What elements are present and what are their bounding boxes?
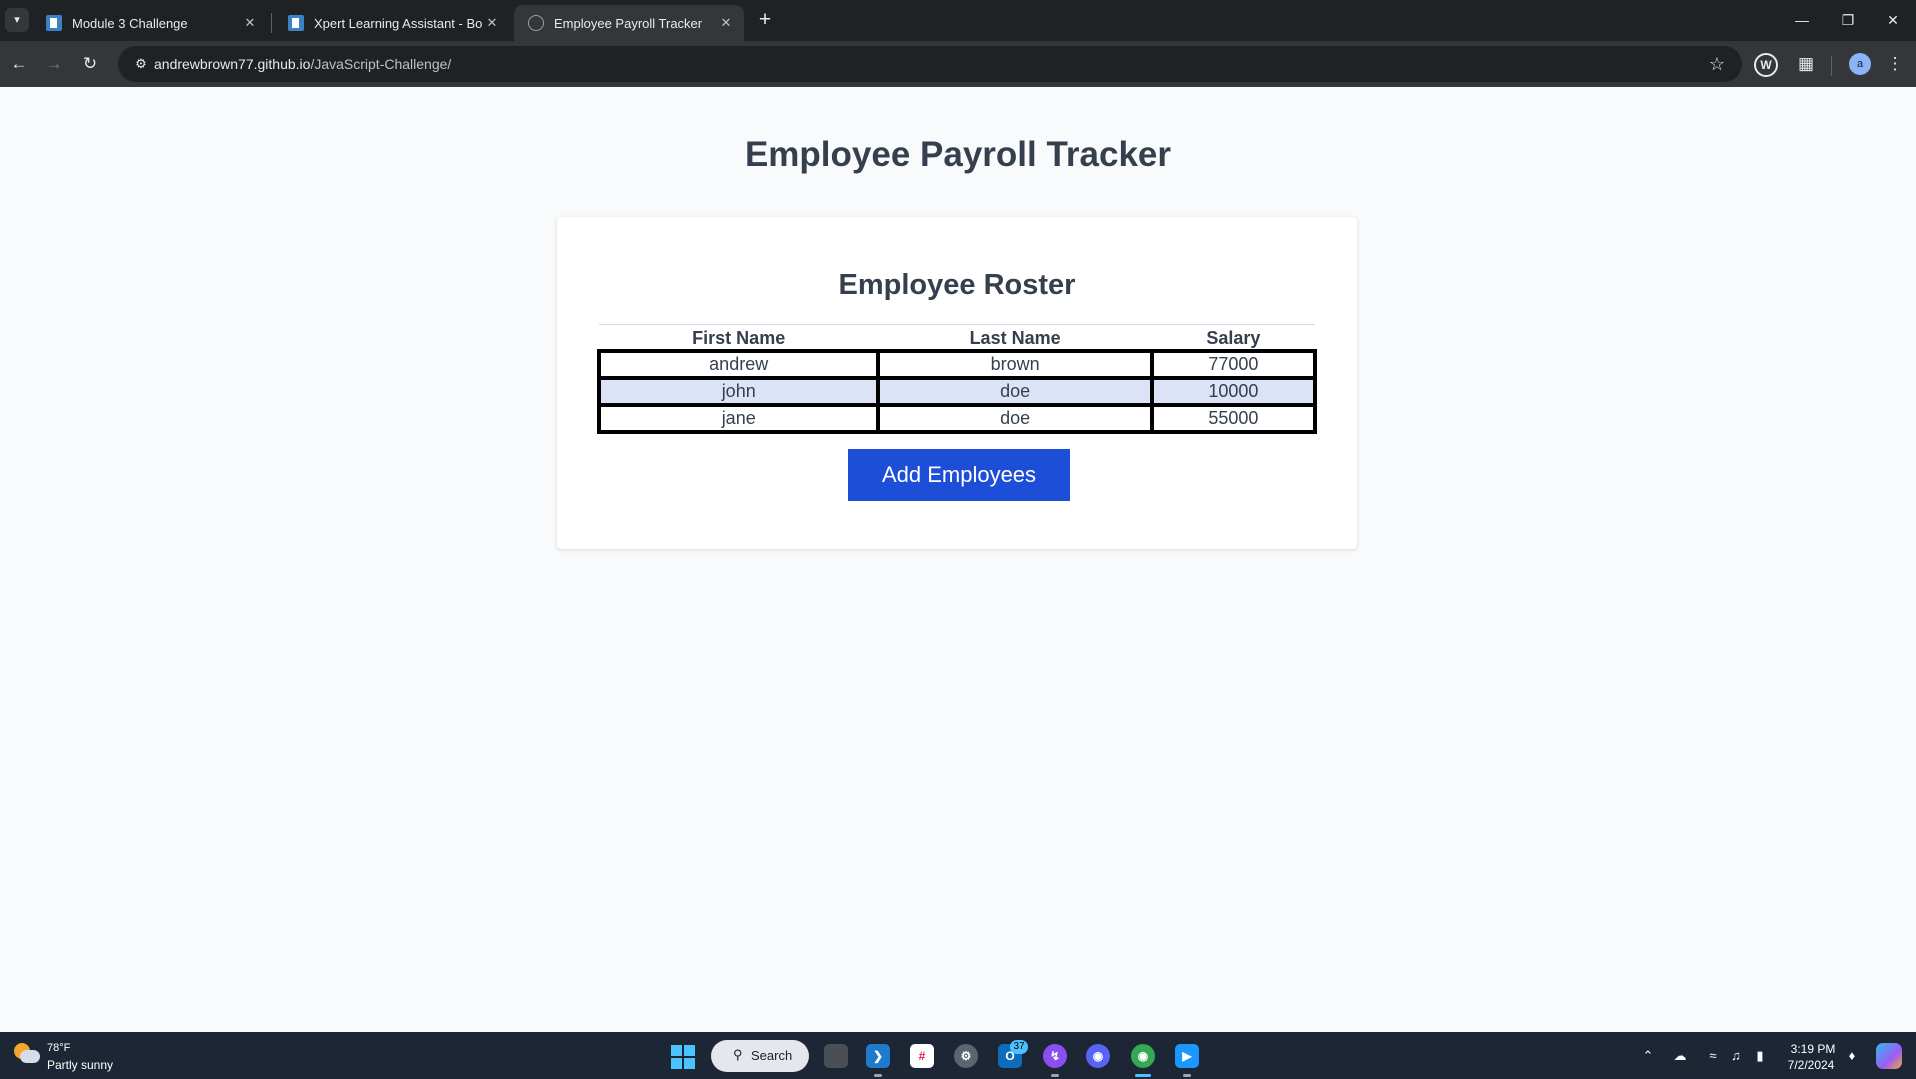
tab-separator: [271, 13, 272, 33]
last-name-cell[interactable]: brown: [876, 349, 1154, 380]
start-tile: [684, 1045, 695, 1056]
minimize-icon[interactable]: —: [1779, 4, 1825, 36]
first-name-cell[interactable]: andrew: [596, 349, 881, 380]
windows-start-icon[interactable]: [671, 1045, 695, 1069]
tab-strip: ▾ Module 3 Challenge ✕ Xpert Learning As…: [0, 0, 1916, 41]
last-name-cell[interactable]: doe: [876, 376, 1154, 407]
messenger-icon[interactable]: ↯: [1043, 1044, 1067, 1077]
globe-icon: [528, 15, 544, 31]
wifi-icon[interactable]: ≈: [1703, 1046, 1723, 1066]
first-name-cell[interactable]: jane: [596, 403, 881, 434]
search-icon: ⚲: [733, 1047, 743, 1062]
slack-icon[interactable]: #: [910, 1044, 934, 1068]
add-employees-button[interactable]: Add Employees: [848, 449, 1070, 501]
close-icon[interactable]: ✕: [716, 13, 736, 33]
table-row[interactable]: jane doe 55000: [596, 403, 1318, 434]
chrome-icon[interactable]: ◉: [1131, 1044, 1155, 1077]
tab-title: Module 3 Challenge: [72, 15, 188, 31]
extension-w-icon[interactable]: W: [1754, 53, 1778, 77]
back-arrow-icon[interactable]: ←: [5, 50, 33, 78]
battery-icon[interactable]: ▮: [1750, 1046, 1770, 1066]
cloud-shape: [20, 1050, 40, 1063]
site-info-icon[interactable]: ⚙: [128, 51, 154, 77]
vscode-icon[interactable]: ❯: [866, 1044, 890, 1077]
table-header-row: First Name Last Name Salary: [599, 324, 1315, 351]
new-tab-button[interactable]: +: [752, 8, 778, 34]
column-header-salary: Salary: [1151, 324, 1315, 351]
outlook-notification-badge: 37: [1010, 1040, 1028, 1054]
start-tile: [671, 1058, 682, 1069]
notification-bell-icon[interactable]: ♦: [1842, 1046, 1862, 1066]
forward-arrow-icon[interactable]: →: [40, 50, 68, 78]
salary-cell[interactable]: 10000: [1149, 376, 1318, 407]
salary-cell[interactable]: 55000: [1149, 403, 1318, 434]
first-name-cell[interactable]: john: [596, 376, 881, 407]
bookmark-star-icon[interactable]: ☆: [1704, 51, 1730, 77]
onedrive-icon[interactable]: ☁: [1670, 1046, 1690, 1066]
clock-date[interactable]: 7/2/2024: [1781, 1058, 1841, 1072]
start-tile: [684, 1058, 695, 1069]
copilot-icon[interactable]: [1876, 1043, 1902, 1069]
more-menu-icon[interactable]: ⋮: [1881, 50, 1909, 78]
weather-description[interactable]: Partly sunny: [47, 1058, 113, 1072]
url-text[interactable]: andrewbrown77.github.io/JavaScript-Chall…: [154, 56, 451, 72]
column-header-first-name: First Name: [599, 324, 879, 351]
taskbar-search[interactable]: ⚲ Search: [711, 1040, 809, 1072]
close-window-icon[interactable]: ✕: [1870, 4, 1916, 36]
roster-card: Employee Roster First Name Last Name Sal…: [557, 217, 1357, 549]
extensions-puzzle-icon[interactable]: ▦: [1792, 50, 1820, 78]
tab-employee-payroll-tracker[interactable]: Employee Payroll Tracker ✕: [514, 5, 744, 41]
tab-title: Xpert Learning Assistant - Boot: [314, 15, 482, 31]
tab-xpert-learning-assistant[interactable]: Xpert Learning Assistant - Boot ✕: [274, 5, 510, 41]
address-bar[interactable]: ⚙ andrewbrown77.github.io/JavaScript-Cha…: [118, 46, 1742, 82]
employee-table: First Name Last Name Salary andrew brown…: [596, 324, 1318, 434]
tab-search-button[interactable]: ▾: [5, 8, 29, 32]
discord-icon[interactable]: ◉: [1086, 1044, 1110, 1068]
tab-module-3-challenge[interactable]: Module 3 Challenge ✕: [32, 5, 268, 41]
close-icon[interactable]: ✕: [482, 13, 502, 33]
close-icon[interactable]: ✕: [240, 13, 260, 33]
browser-toolbar: ← → ↻ ⚙ andrewbrown77.github.io/JavaScri…: [0, 41, 1916, 87]
page-title: Employee Payroll Tracker: [744, 135, 1172, 174]
last-name-cell[interactable]: doe: [876, 403, 1154, 434]
table-row[interactable]: andrew brown 77000: [596, 349, 1318, 380]
roster-title: Employee Roster: [838, 269, 1076, 301]
url-path: /JavaScript-Challenge/: [310, 56, 452, 72]
reload-icon[interactable]: ↻: [76, 50, 104, 78]
doc-icon: [46, 15, 62, 31]
settings-gear-icon[interactable]: ⚙: [954, 1044, 978, 1068]
task-view-icon[interactable]: [824, 1044, 848, 1068]
profile-avatar[interactable]: a: [1849, 53, 1871, 75]
start-tile: [671, 1045, 682, 1056]
page-viewport: Employee Payroll Tracker Employee Roster…: [0, 87, 1916, 1032]
tab-title: Employee Payroll Tracker: [554, 15, 703, 31]
table-row[interactable]: john doe 10000: [596, 376, 1318, 407]
weather-temperature[interactable]: 78°F: [47, 1042, 70, 1054]
column-header-last-name: Last Name: [878, 324, 1152, 351]
restore-icon[interactable]: ❐: [1825, 4, 1871, 36]
url-host: andrewbrown77.github.io: [154, 56, 311, 72]
taskbar-search-label: Search: [751, 1048, 793, 1063]
prime-video-icon[interactable]: ▶: [1175, 1044, 1199, 1077]
doc-icon: [288, 15, 304, 31]
clock-time[interactable]: 3:19 PM: [1789, 1042, 1837, 1056]
weather-partly-sunny-icon[interactable]: [14, 1043, 40, 1065]
toolbar-divider: [1831, 56, 1832, 76]
chevron-up-icon[interactable]: ⌃: [1638, 1046, 1658, 1066]
salary-cell[interactable]: 77000: [1149, 349, 1318, 380]
volume-icon[interactable]: ♫: [1726, 1046, 1746, 1066]
